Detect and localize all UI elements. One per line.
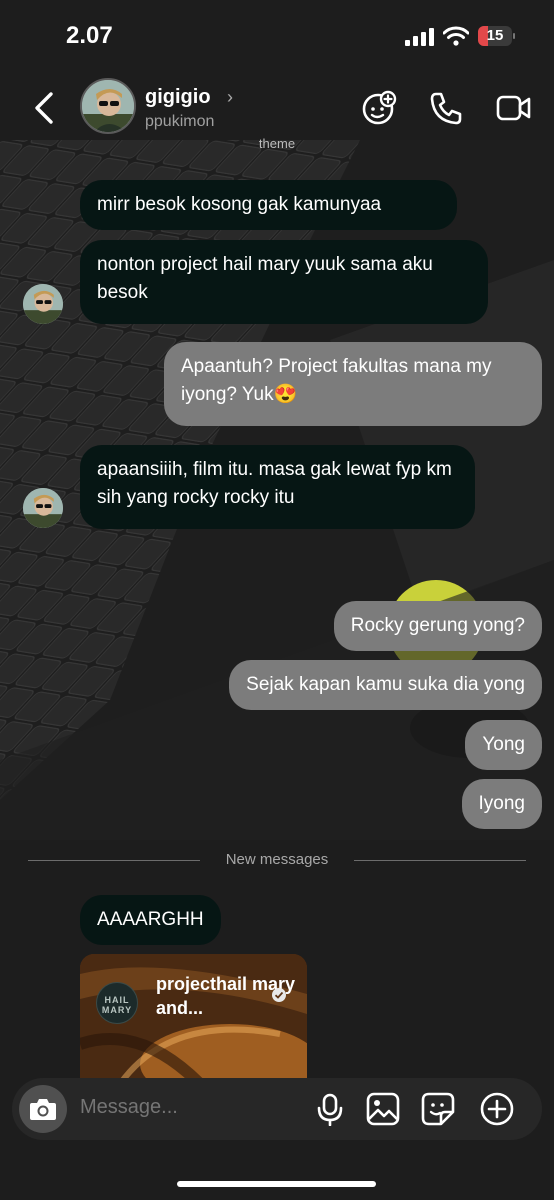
message-input[interactable] xyxy=(80,1096,290,1119)
outgoing-message[interactable]: Rocky gerung yong? xyxy=(333,601,542,651)
message-composer xyxy=(12,1078,542,1140)
verified-badge-icon xyxy=(272,988,286,1002)
shared-reel-card[interactable]: HAIL MARY projecthail mary and... xyxy=(80,954,307,1084)
incoming-message[interactable]: AAAARGHH xyxy=(80,895,221,945)
new-messages-label: New messages xyxy=(225,851,329,868)
status-time: 2.07 xyxy=(66,22,113,49)
new-messages-divider: New messages xyxy=(28,851,526,868)
add-plus-icon[interactable] xyxy=(480,1092,514,1126)
wifi-icon xyxy=(443,26,469,46)
outgoing-message[interactable]: Apaantuh? Project fakultas mana my iyong… xyxy=(164,342,542,426)
reel-account-avatar: HAIL MARY xyxy=(96,982,138,1024)
sticker-icon[interactable] xyxy=(421,1092,455,1126)
camera-icon xyxy=(30,1099,56,1120)
outgoing-message[interactable]: Sejak kapan kamu suka dia yong xyxy=(229,660,542,710)
microphone-icon[interactable] xyxy=(313,1092,347,1126)
battery-icon: 15 xyxy=(478,26,512,46)
camera-button[interactable] xyxy=(19,1085,67,1133)
back-arrow-icon[interactable] xyxy=(30,90,60,126)
incoming-message[interactable]: mirr besok kosong gak kamunyaa xyxy=(80,180,457,230)
home-indicator[interactable] xyxy=(177,1181,376,1187)
incoming-message[interactable]: nonton project hail mary yuuk sama aku b… xyxy=(80,240,488,324)
video-call-icon[interactable] xyxy=(496,90,532,126)
gallery-image-icon[interactable] xyxy=(366,1092,400,1126)
sticker-emoji-add-icon[interactable] xyxy=(361,90,397,126)
battery-nub xyxy=(513,33,515,39)
status-bar: 2.07 15 xyxy=(0,0,554,70)
cellular-signal-icon xyxy=(405,28,434,46)
sender-avatar[interactable] xyxy=(23,488,63,528)
profile-chevron-icon[interactable]: › xyxy=(227,87,233,108)
outgoing-message[interactable]: Yong xyxy=(465,720,542,770)
outgoing-message[interactable]: Iyong xyxy=(461,779,542,829)
reel-account-badge: HAIL MARY xyxy=(101,995,133,1015)
contact-username[interactable]: gigigio xyxy=(145,86,211,109)
battery-level: 15 xyxy=(486,27,504,44)
theme-change-notice: theme xyxy=(258,136,296,148)
sender-avatar[interactable] xyxy=(23,284,63,324)
incoming-message[interactable]: apaansiiih, film itu. masa gak lewat fyp… xyxy=(80,445,475,529)
contact-avatar[interactable] xyxy=(80,78,136,134)
voice-call-icon[interactable] xyxy=(428,90,464,126)
chat-header: gigigio › ppukimon xyxy=(0,70,554,145)
contact-handle: ppukimon xyxy=(145,113,215,130)
